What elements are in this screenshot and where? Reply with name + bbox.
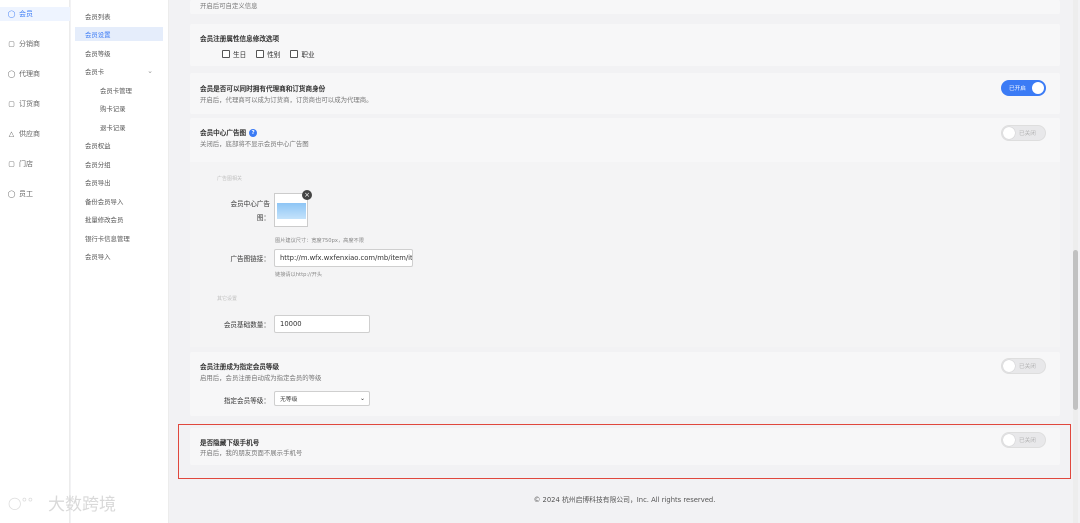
ad-panel: 会员中心广告图? 关闭后，底部将不显示会员中心广告图 已关闭 广告图相关 会员中… <box>190 118 1060 347</box>
custom-info-desc: 开启后可自定义信息 <box>200 2 258 10</box>
nav-store[interactable]: ▢ 门店 <box>0 157 70 171</box>
other-section-label: 其它设置 <box>217 296 238 302</box>
staff-icon: ◯ <box>7 190 16 198</box>
sub-nav-member-settings[interactable]: 会员设置 <box>75 27 163 41</box>
order-icon: ▢ <box>8 100 15 108</box>
ad-title: 会员中心广告图? <box>200 127 258 137</box>
birthday-checkbox[interactable]: 生日 <box>222 49 246 59</box>
store-icon: ▢ <box>8 160 15 168</box>
identity-toggle[interactable]: 已开启 <box>1001 80 1046 96</box>
nav-member[interactable]: ◯ 会员 <box>0 7 70 21</box>
ad-section-label: 广告图相关 <box>217 176 243 182</box>
sub-nav-member-list[interactable]: 会员列表 <box>75 9 163 23</box>
ad-settings: 广告图相关 会员中心广告图： × 图片建议尺寸：宽度750px，高度不限 广告图… <box>190 162 1060 347</box>
nav-distributor[interactable]: ▢ 分销商 <box>0 37 70 51</box>
sub-nav-member-card[interactable]: 会员卡 ⌄ <box>75 64 163 78</box>
sub-nav-card-refund[interactable]: 退卡记录 <box>75 120 163 134</box>
main-content: 开启后可自定义信息 会员注册属性信息修改选项 生日 性别 职业 会员是否可以同时… <box>178 0 1071 523</box>
ad-image-label: 会员中心广告图： <box>230 200 270 222</box>
ad-toggle[interactable]: 已关闭 <box>1001 125 1046 141</box>
scrollbar-thumb[interactable] <box>1073 250 1078 410</box>
nav-agent[interactable]: ◯ 代理商 <box>0 67 70 81</box>
identity-panel: 会员是否可以同时拥有代理商和订货商身份 开启后，代理商可以成为订货商，订货商也可… <box>190 73 1060 114</box>
sub-nav-batch-edit[interactable]: 批量修改会员 <box>75 212 163 226</box>
sub-nav-card-manage[interactable]: 会员卡管理 <box>75 83 163 97</box>
chevron-down-icon: ⌄ <box>359 395 365 402</box>
supplier-icon: △ <box>8 130 15 138</box>
agent-icon: ◯ <box>7 70 16 78</box>
ad-link-label: 广告图链接： <box>230 255 270 263</box>
help-icon[interactable]: ? <box>249 129 258 137</box>
level-select-label: 指定会员等级： <box>223 397 270 405</box>
sub-nav-bank-card[interactable]: 银行卡信息管理 <box>75 231 163 245</box>
ad-desc: 关闭后，底部将不显示会员中心广告图 <box>200 140 309 148</box>
identity-title: 会员是否可以同时拥有代理商和订货商身份 <box>200 85 326 93</box>
nav-orderer[interactable]: ▢ 订货商 <box>0 97 70 111</box>
level-desc: 启用后，会员注册自动成为指定会员的等级 <box>200 374 322 382</box>
level-toggle[interactable]: 已关闭 <box>1001 358 1046 374</box>
nav-supplier[interactable]: △ 供应商 <box>0 127 70 141</box>
identity-desc: 开启后，代理商可以成为订货商，订货商也可以成为代理商。 <box>200 96 373 104</box>
sub-nav-member-group[interactable]: 会员分组 <box>75 157 163 171</box>
level-panel: 会员注册成为指定会员等级 启用后，会员注册自动成为指定会员的等级 已关闭 指定会… <box>190 352 1060 416</box>
base-count-label: 会员基础数量： <box>223 321 270 329</box>
user-icon: ◯ <box>7 10 16 18</box>
scrollbar[interactable] <box>1073 0 1078 523</box>
gender-checkbox[interactable]: 性别 <box>256 49 280 59</box>
box-icon: ▢ <box>8 40 15 48</box>
footer-copyright: © 2024 杭州启博科技有限公司，Inc. All rights reserv… <box>533 496 716 504</box>
level-select[interactable]: 无等级 ⌄ <box>274 391 370 406</box>
chevron-down-icon: ⌄ <box>147 67 153 75</box>
primary-sidebar: ◯ 会员 ▢ 分销商 ◯ 代理商 ▢ 订货商 △ 供应商 ▢ 门店 ◯ 员工 <box>0 0 70 523</box>
sub-nav-member-export[interactable]: 会员导出 <box>75 175 163 189</box>
close-icon[interactable]: × <box>302 190 312 200</box>
ad-link-input[interactable]: http://m.wfx.wxfenxiao.com/mb/item/ite <box>274 249 413 267</box>
occupation-checkbox[interactable]: 职业 <box>290 49 315 59</box>
highlight-box <box>178 424 1071 479</box>
nav-staff[interactable]: ◯ 员工 <box>0 187 70 201</box>
sub-nav-member-import[interactable]: 会员导入 <box>75 249 163 263</box>
base-count-input[interactable]: 10000 <box>274 315 370 333</box>
custom-info-panel: 开启后可自定义信息 <box>190 0 1060 14</box>
sub-nav-member-rights[interactable]: 会员权益 <box>75 138 163 152</box>
sub-nav-card-purchase[interactable]: 购卡记录 <box>75 101 163 115</box>
sub-nav-backup-import[interactable]: 备份会员导入 <box>75 194 163 208</box>
ad-image-hint: 图片建议尺寸：宽度750px，高度不限 <box>275 238 364 244</box>
attr-options-panel: 会员注册属性信息修改选项 生日 性别 职业 <box>190 24 1060 66</box>
secondary-sidebar: 会员列表 会员设置 会员等级 会员卡 ⌄ 会员卡管理 购卡记录 退卡记录 会员权益… <box>71 0 169 523</box>
ad-image-preview <box>277 203 306 219</box>
ad-link-hint: 链接请以http://开头 <box>275 272 323 278</box>
level-title: 会员注册成为指定会员等级 <box>200 363 280 371</box>
attr-options-title: 会员注册属性信息修改选项 <box>200 35 280 43</box>
sub-nav-member-level[interactable]: 会员等级 <box>75 46 163 60</box>
watermark-logo-icon: ◯°° <box>8 495 34 510</box>
attr-options-checkboxes: 生日 性别 职业 <box>222 49 315 59</box>
watermark: ◯°° 大数跨境 <box>8 490 116 515</box>
